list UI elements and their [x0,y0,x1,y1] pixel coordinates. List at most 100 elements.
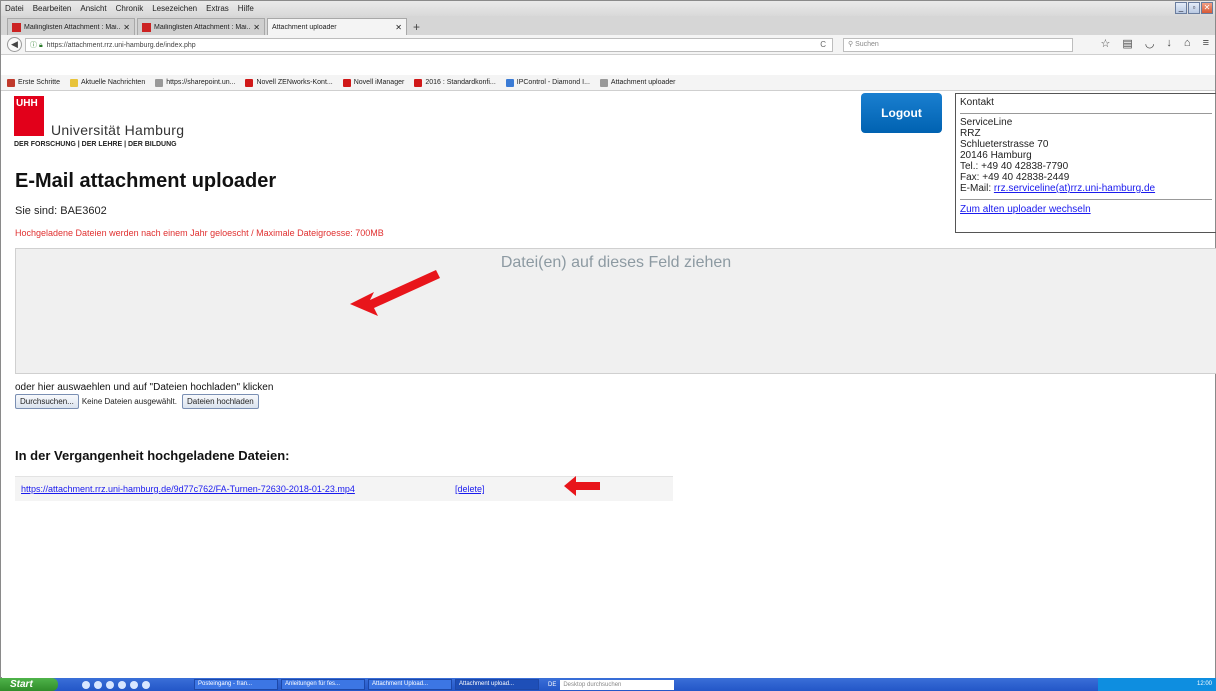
file-link[interactable]: https://attachment.rrz.uni-hamburg.de/9d… [21,484,355,494]
contact-email-link[interactable]: rrz.serviceline(at)rrz.uni-hamburg.de [994,183,1155,194]
menu-bearbeiten[interactable]: Bearbeiten [33,4,72,13]
window-controls: _ ▫ ✕ [1175,2,1213,14]
logout-button[interactable]: Logout [861,93,942,133]
menu-bar: Datei Bearbeiten Ansicht Chronik Lesezei… [1,1,1215,16]
novell-n-icon [245,78,254,87]
bookmark-item[interactable]: Novell ZENworks-Kont... [245,78,333,87]
page-content: UHH Universität Hamburg DER FORSCHUNG | … [2,92,1216,678]
browser-search-input[interactable]: ⚲ Suchen [843,38,1073,52]
clock: 12:00 [1196,681,1212,687]
restore-icon[interactable]: ▫ [1188,2,1200,14]
quick-launch-icon[interactable] [118,680,126,689]
url-text: https://attachment.rrz.uni-hamburg.de/in… [46,41,196,49]
menu-hilfe[interactable]: Hilfe [238,4,254,13]
tab-bar: Mailinglisten Attachment : Mai... ✕ Mail… [1,16,1215,35]
menu-ansicht[interactable]: Ansicht [80,4,106,13]
bookmark-item[interactable]: Aktuelle Nachrichten [70,78,145,87]
contact-city: 20146 Hamburg [960,150,1032,161]
menu-chronik[interactable]: Chronik [116,4,144,13]
taskbar: Start Posteingang - fran... Anleitungen … [0,678,1216,691]
nav-bar: ◀ ⓘ 🔒︎ https://attachment.rrz.uni-hambur… [1,35,1215,55]
annotation-arrow-icon [350,270,440,316]
browser-window: Datei Bearbeiten Ansicht Chronik Lesezei… [0,0,1216,678]
upload-button[interactable]: Dateien hochladen [182,394,259,409]
tab-label: Mailinglisten Attachment : Mai... [24,23,121,31]
quick-launch-icon[interactable] [106,680,114,689]
uhh-logo-mark: UHH [14,96,44,136]
choose-instructions: oder hier auswaehlen und auf "Dateien ho… [15,382,274,393]
system-tray: 12:00 [1098,678,1216,691]
uhh-icon [342,78,351,87]
bookmarks-bar: Erste Schritte Aktuelle Nachrichten http… [1,75,1215,91]
hamburger-menu-icon[interactable]: ≡ [1203,37,1209,50]
contact-org: ServiceLine [960,117,1013,128]
bookmark-item[interactable]: 2016 : Standardkonfi... [414,78,496,87]
menu-datei[interactable]: Datei [5,4,24,13]
browse-button[interactable]: Durchsuchen... [15,394,79,409]
file-dropzone[interactable]: Datei(en) auf dieses Feld ziehen [15,248,1216,374]
reload-icon[interactable]: C [820,40,826,49]
contact-box: Kontakt ServiceLine RRZ Schlueterstrasse… [955,93,1216,233]
bookmark-item[interactable]: IPControl - Diamond I... [505,78,590,87]
quick-launch-icon[interactable] [142,680,150,689]
ipcontrol-icon [505,78,514,87]
uhh-favicon-icon [142,22,151,32]
pocket-icon[interactable]: ◡ [1145,37,1155,50]
desktop-search-input[interactable]: Desktop durchsuchen [560,679,675,690]
taskbar-task[interactable]: Attachment upload... [455,679,539,690]
minimize-icon[interactable]: _ [1175,2,1187,14]
tab-mailinglisten-2[interactable]: Mailinglisten Attachment : Mai... ✕ [137,18,265,35]
taskbar-task[interactable]: Anleitungen für fes... [281,679,365,690]
globe-icon [155,78,164,87]
delete-link[interactable]: [delete] [455,484,485,494]
dropzone-label: Datei(en) auf dieses Feld ziehen [500,254,732,271]
uhh-favicon-icon [12,22,21,32]
back-arrow-icon[interactable]: ◀ [7,37,22,52]
bookmark-item[interactable]: Attachment uploader [599,78,676,87]
folder-icon [70,78,79,87]
quick-launch [82,680,150,689]
past-uploads-heading: In der Vergangenheit hochgeladene Dateie… [15,448,290,463]
start-button[interactable]: Start [0,678,58,691]
home-icon[interactable]: ⌂ [1184,37,1191,50]
user-id: Sie sind: BAE3602 [15,205,107,217]
quick-launch-icon[interactable] [130,680,138,689]
menu-lesezeichen[interactable]: Lesezeichen [152,4,197,13]
tab-mailinglisten-1[interactable]: Mailinglisten Attachment : Mai... ✕ [7,18,135,35]
menu-extras[interactable]: Extras [206,4,229,13]
taskbar-task[interactable]: Attachment Upload... [368,679,452,690]
reading-list-icon[interactable]: ▤ [1122,37,1132,50]
tab-close-icon[interactable]: ✕ [253,23,260,32]
contact-tel: Tel.: +49 40 42838-7790 [960,161,1069,172]
contact-email-line: E-Mail: rrz.serviceline(at)rrz.uni-hambu… [960,183,1212,194]
bookmark-star-icon[interactable]: ☆ [1101,37,1111,50]
firefox-icon [7,78,15,87]
annotation-arrow-icon [564,476,600,496]
taskbar-task[interactable]: Posteingang - fran... [194,679,278,690]
university-name: Universität Hamburg [51,122,185,138]
contact-fax: Fax: +49 40 42838-2449 [960,172,1070,183]
contact-email-prefix: E-Mail: [960,183,994,194]
tab-attachment-uploader[interactable]: Attachment uploader ✕ [267,18,407,35]
contact-unit: RRZ [960,128,981,139]
uhh-logo: UHH Universität Hamburg DER FORSCHUNG | … [14,96,194,156]
switch-old-uploader-link[interactable]: Zum alten uploader wechseln [960,204,1091,215]
close-icon[interactable]: ✕ [1201,2,1213,14]
page-title: E-Mail attachment uploader [15,170,277,192]
tab-close-icon[interactable]: ✕ [123,23,130,32]
contact-street: Schlueterstrasse 70 [960,139,1049,150]
globe-icon [599,78,608,87]
language-indicator[interactable]: DE [548,682,556,688]
tab-close-icon[interactable]: ✕ [395,23,402,32]
bookmark-item[interactable]: https://sharepoint.un... [155,78,235,87]
retention-notice: Hochgeladene Dateien werden nach einem J… [15,228,384,238]
upload-controls: Durchsuchen... Keine Dateien ausgewählt.… [15,394,259,409]
url-bar[interactable]: ⓘ 🔒︎ https://attachment.rrz.uni-hamburg.… [25,38,833,52]
bookmark-item[interactable]: Novell iManager [342,78,404,87]
bookmark-item[interactable]: Erste Schritte [7,78,60,87]
quick-launch-icon[interactable] [82,680,90,689]
download-icon[interactable]: ↓ [1166,37,1172,50]
quick-launch-icon[interactable] [94,680,102,689]
new-tab-icon[interactable]: + [413,20,420,34]
university-tagline: DER FORSCHUNG | DER LEHRE | DER BILDUNG [14,141,177,148]
